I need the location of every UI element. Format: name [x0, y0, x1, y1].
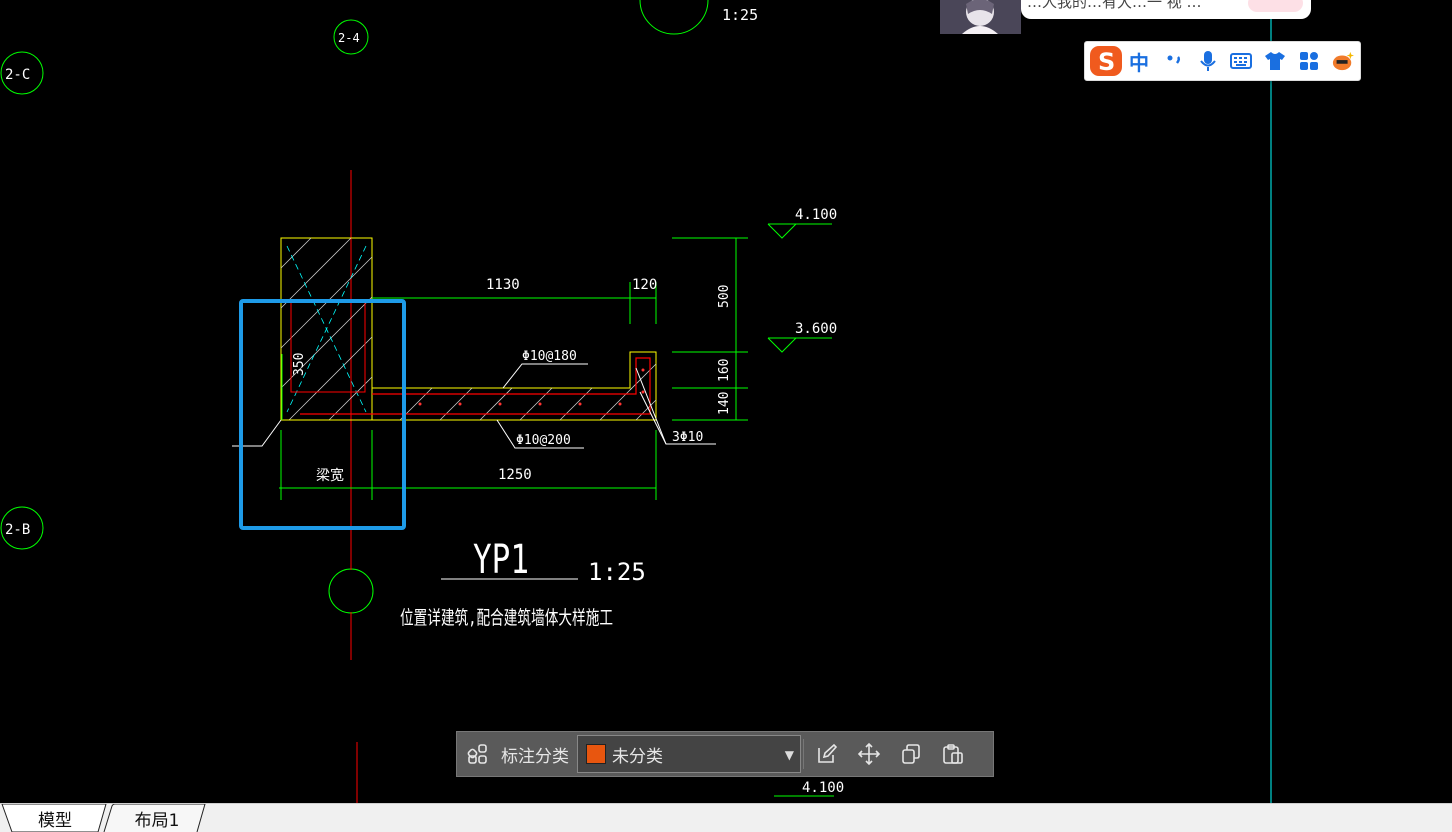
- annotation-toolbar[interactable]: 标注分类 未分类 ▼: [456, 731, 994, 777]
- axis-label-2b: 2-B: [5, 522, 30, 538]
- punctuation-icon[interactable]: [1163, 50, 1185, 72]
- rebar-bottom-label: Φ10@200: [516, 433, 571, 448]
- copy-icon[interactable]: [896, 739, 926, 769]
- axis-bubble-empty: [328, 568, 374, 614]
- ime-toolbar[interactable]: S 中: [1084, 41, 1361, 81]
- dim-1130: 1130: [486, 277, 520, 293]
- drawing-scale: 1:25: [588, 558, 646, 586]
- notification-popup[interactable]: …人我的…有大…一 视 …: [940, 0, 1372, 34]
- notification-avatar: [940, 0, 1021, 34]
- tab-layout1[interactable]: 布局1: [114, 804, 200, 832]
- dim-160: 160: [717, 359, 732, 382]
- edit-icon[interactable]: [812, 739, 842, 769]
- mascot-icon[interactable]: [1332, 50, 1355, 72]
- rebar-top-label: Φ10@180: [522, 349, 577, 364]
- cad-drawing-canvas[interactable]: 2-C 2-B 2-4 1:25 1130 120 1250 梁宽 500 16…: [0, 0, 1452, 803]
- svg-text:S: S: [1098, 48, 1115, 76]
- dimension-lines: [279, 223, 834, 797]
- canopy-slab: [281, 351, 657, 421]
- chevron-down-icon[interactable]: ▼: [785, 748, 794, 762]
- paste-icon[interactable]: [938, 739, 968, 769]
- notification-action[interactable]: [1248, 0, 1303, 12]
- notification-bubble: …人我的…有大…一 视 …: [1021, 0, 1311, 19]
- dim-beam-width: 梁宽: [316, 467, 344, 484]
- tab-model[interactable]: 模型: [12, 804, 98, 832]
- skin-shirt-icon[interactable]: [1264, 50, 1286, 72]
- drawing-title: YP1: [473, 537, 529, 583]
- rebar-edge-label: 3Φ10: [672, 430, 703, 445]
- elevation-4100-lower: 4.100: [802, 780, 844, 796]
- dim-350: 350: [292, 353, 307, 376]
- elevation-4100: 4.100: [795, 207, 837, 223]
- axis-bubble-top-partial: [639, 0, 709, 35]
- category-color-swatch: [586, 744, 606, 764]
- dim-140: 140: [717, 392, 732, 415]
- elevation-3600: 3.600: [795, 321, 837, 337]
- dim-1250: 1250: [498, 467, 532, 483]
- layout-tab-bar: 模型 布局1: [0, 803, 1452, 832]
- microphone-icon[interactable]: [1197, 50, 1219, 72]
- ime-mode-toggle[interactable]: 中: [1129, 47, 1149, 76]
- move-icon[interactable]: [854, 739, 884, 769]
- beam-section: [280, 237, 373, 421]
- toolbox-icon[interactable]: [1298, 50, 1320, 72]
- category-value: 未分类: [612, 746, 663, 767]
- annotation-category-select[interactable]: 未分类 ▼: [577, 735, 801, 773]
- axis-label-24: 2-4: [338, 31, 360, 45]
- top-scale-label: 1:25: [722, 6, 758, 24]
- axis-label-2c: 2-C: [5, 67, 30, 83]
- dim-120: 120: [632, 277, 657, 293]
- category-grid-icon[interactable]: [463, 739, 493, 769]
- notification-text: …人我的…有大…一 视 …: [1027, 0, 1202, 11]
- toolbar-divider: [803, 739, 804, 769]
- annotation-category-label: 标注分类: [501, 746, 569, 767]
- sogou-logo-icon[interactable]: S: [1087, 42, 1125, 80]
- drawing-note: 位置详建筑,配合建筑墙体大样施工: [400, 607, 613, 629]
- dim-500: 500: [717, 285, 732, 308]
- keyboard-icon[interactable]: [1230, 50, 1253, 72]
